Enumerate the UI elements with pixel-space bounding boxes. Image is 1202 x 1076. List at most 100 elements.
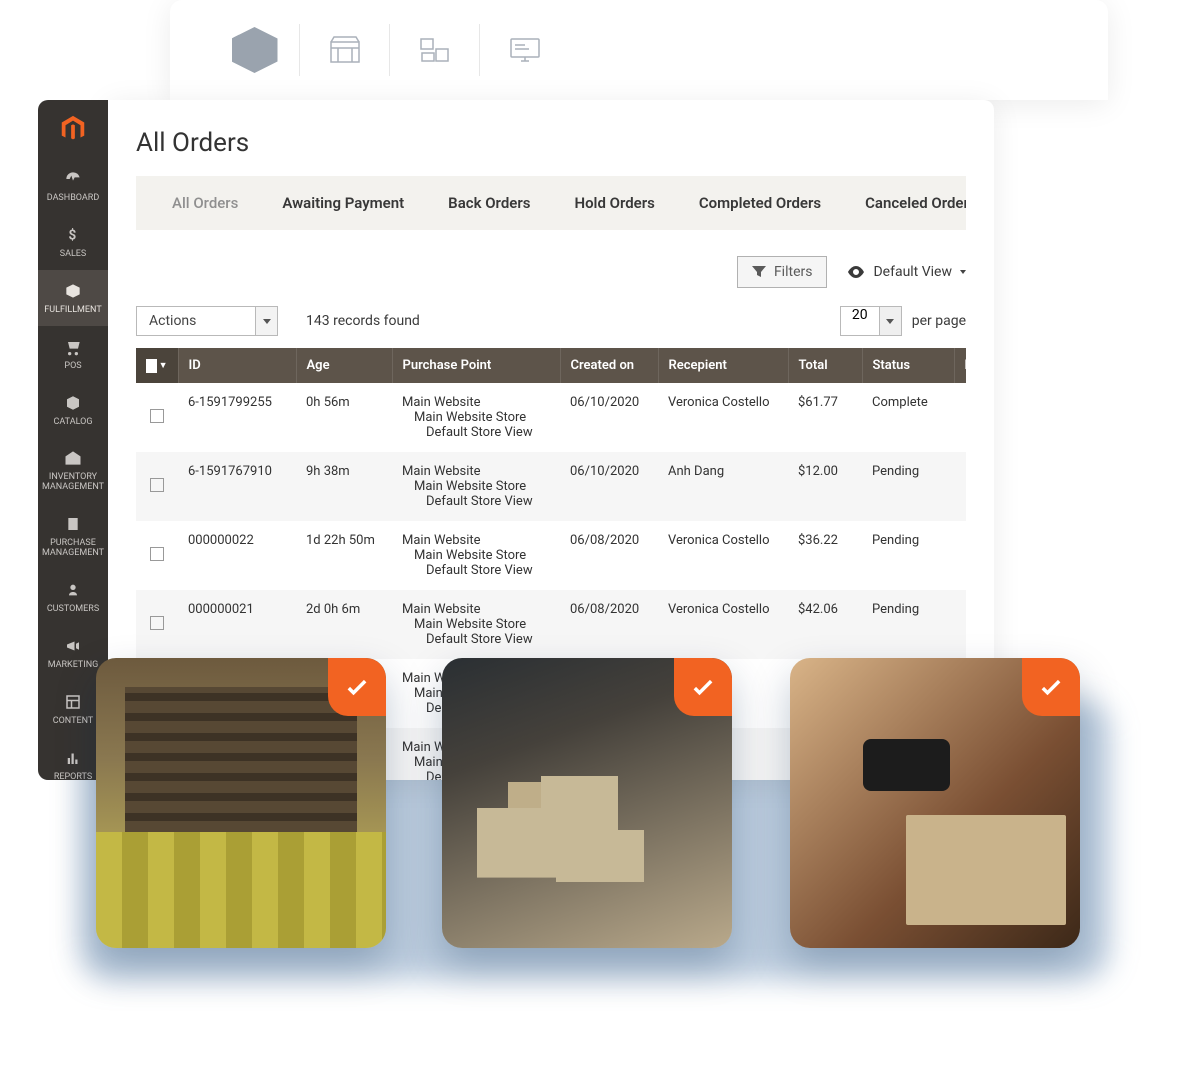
col-id[interactable]: ID [178,348,296,383]
storefront-icon [328,35,362,65]
sidebar-label: PURCHASE MANAGEMENT [40,539,106,559]
tab-canceled-orders[interactable]: Canceled Orders [865,194,966,212]
cell-recepient: Veronica Costello [658,383,788,452]
row-checkbox[interactable] [136,590,178,659]
tab-awaiting-payment[interactable]: Awaiting Payment [282,194,404,212]
row-checkbox[interactable] [136,452,178,521]
sidebar-item-sales[interactable]: $ SALES [38,214,108,270]
cell-total: $42.06 [788,590,862,659]
cell-status: Pending [862,521,954,590]
cell-recepient: Veronica Costello [658,521,788,590]
background-tabs [170,0,1108,100]
check-badge [1022,658,1080,716]
cell-id: 6-1591799255 [178,383,296,452]
sidebar-label: CUSTOMERS [47,605,99,615]
sidebar-item-inventory[interactable]: INVENTORY MANAGEMENT [38,437,108,503]
tab-completed-orders[interactable]: Completed Orders [699,194,821,212]
sidebar-item-purchase[interactable]: PURCHASE MANAGEMENT [38,503,108,569]
caret-down-icon [960,270,966,274]
table-row[interactable]: 6-15917992550h 56mMain WebsiteMain Websi… [136,383,966,452]
per-page-input[interactable]: 20 [840,306,880,336]
cell-recepient: Veronica Costello [658,590,788,659]
cell-purchase-point: Main WebsiteMain Website StoreDefault St… [392,590,560,659]
box-open-icon [62,280,84,302]
cell-id: 6-1591767910 [178,452,296,521]
actions-dropdown[interactable]: Actions [136,306,278,336]
col-status[interactable]: Status [862,348,954,383]
cell-total: $61.77 [788,383,862,452]
caret-down-icon[interactable] [880,306,902,336]
sidebar-label: SALES [60,250,87,260]
warehouse-icon [62,447,84,469]
col-total[interactable]: Total [788,348,862,383]
view-label: Default View [873,264,952,280]
cell-id: 000000021 [178,590,296,659]
sidebar-item-pos[interactable]: POS [38,326,108,382]
monitor-icon [507,35,543,65]
col-purchase-point[interactable]: Purchase Point [392,348,560,383]
col-age[interactable]: Age [296,348,392,383]
tab-hold-orders[interactable]: Hold Orders [574,194,654,212]
cell-created: 06/08/2020 [560,590,658,659]
bg-tab-monitor [480,24,570,76]
cell-status: Pending [862,452,954,521]
tab-all-orders[interactable]: All Orders [172,194,238,212]
cell-recepient: Anh Dang [658,452,788,521]
toolbar-bottom: Actions 143 records found 20 per page [108,300,994,348]
sidebar-label: FULFILLMENT [44,306,101,316]
bg-tab-store [300,24,390,76]
row-checkbox[interactable] [136,383,178,452]
cell-extra [954,590,966,659]
toolbar-top: Filters Default View [108,230,994,300]
sidebar-label: INVENTORY MANAGEMENT [40,473,106,493]
cell-status: Pending [862,590,954,659]
check-icon [689,673,717,701]
table-header: ▼ ID Age Purchase Point Created on Recep… [136,348,966,383]
cell-age: 1d 22h 50m [296,521,392,590]
row-checkbox[interactable] [136,521,178,590]
table-row[interactable]: 6-15917679109h 38mMain WebsiteMain Websi… [136,452,966,521]
bg-tab-logo [210,24,300,76]
col-extra[interactable]: B [954,348,966,383]
cell-purchase-point: Main WebsiteMain Website StoreDefault St… [392,452,560,521]
filters-label: Filters [774,264,813,280]
cell-created: 06/08/2020 [560,521,658,590]
cell-id: 000000022 [178,521,296,590]
svg-text:$: $ [69,227,77,243]
sidebar-item-customers[interactable]: CUSTOMERS [38,569,108,625]
records-found: 143 records found [306,313,420,329]
sidebar-label: REPORTS [54,773,92,783]
sidebar-item-fulfillment[interactable]: FULFILLMENT [38,270,108,326]
check-icon [1037,673,1065,701]
person-icon [62,579,84,601]
eye-icon [847,266,865,278]
default-view-dropdown[interactable]: Default View [847,264,966,280]
cell-status: Complete [862,383,954,452]
sidebar-item-dashboard[interactable]: DASHBOARD [38,158,108,214]
tab-back-orders[interactable]: Back Orders [448,194,530,212]
select-all[interactable]: ▼ [136,348,178,383]
magento-logo [58,114,88,148]
bg-tab-boxes [390,24,480,76]
actions-label: Actions [136,306,256,336]
filters-button[interactable]: Filters [737,256,828,288]
cell-extra [954,452,966,521]
sidebar-label: DASHBOARD [47,194,99,204]
cell-created: 06/10/2020 [560,452,658,521]
sidebar-label: CONTENT [53,717,94,727]
tabs-bar: All Orders Awaiting Payment Back Orders … [136,176,966,230]
sidebar-label: MARKETING [48,661,99,671]
col-recepient[interactable]: Recepient [658,348,788,383]
tile-warehouse [442,658,732,948]
cell-age: 9h 38m [296,452,392,521]
table-row[interactable]: 0000000212d 0h 6mMain WebsiteMain Websit… [136,590,966,659]
megaphone-icon [62,635,84,657]
sidebar-item-catalog[interactable]: CATALOG [38,382,108,438]
cell-age: 0h 56m [296,383,392,452]
sidebar-label: POS [64,362,81,372]
sidebar-label: CATALOG [54,418,93,428]
page-title: All Orders [108,100,994,176]
col-created[interactable]: Created on [560,348,658,383]
tile-pos [96,658,386,948]
table-row[interactable]: 0000000221d 22h 50mMain WebsiteMain Webs… [136,521,966,590]
